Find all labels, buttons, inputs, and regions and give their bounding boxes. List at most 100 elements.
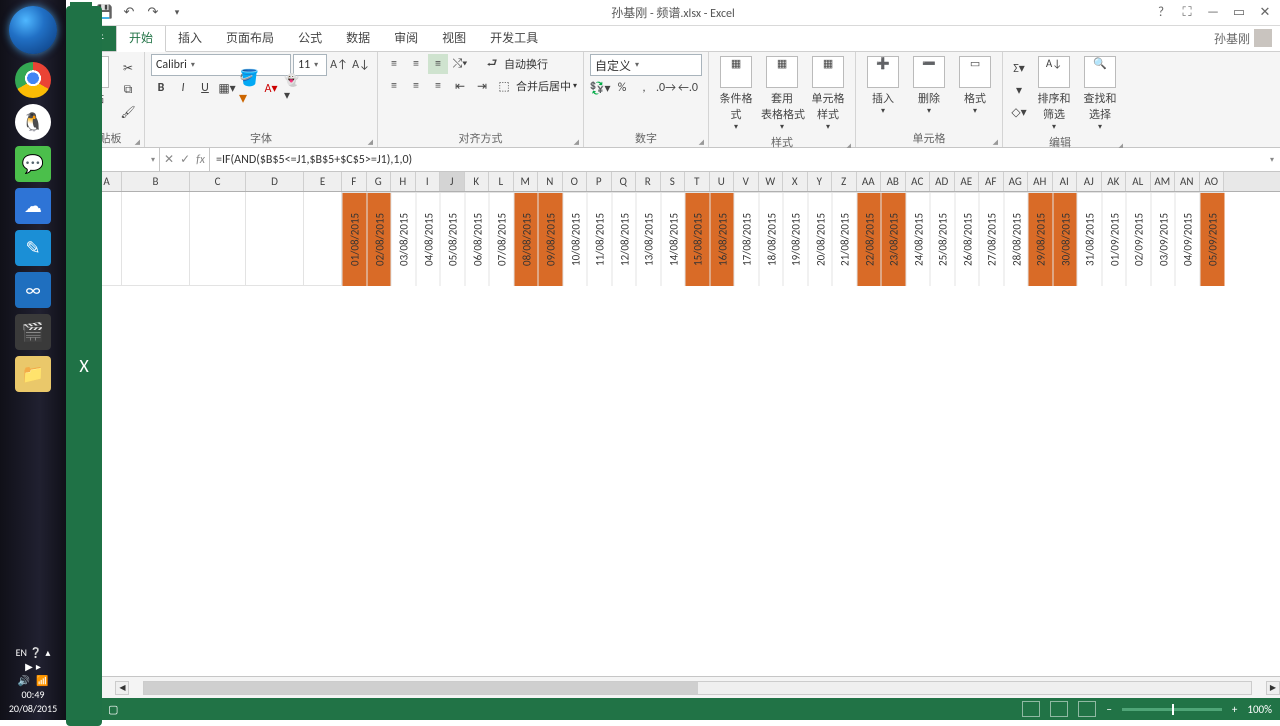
percent-icon[interactable]: %	[612, 78, 632, 98]
cell[interactable]	[190, 192, 246, 286]
cell[interactable]: 01/09/2015	[1102, 192, 1127, 286]
col-header[interactable]: R	[636, 172, 661, 191]
cancel-icon[interactable]: ✕	[164, 152, 174, 167]
align-top-icon[interactable]: ≡	[384, 54, 404, 74]
cell[interactable]: 02/08/2015	[367, 192, 392, 286]
cell[interactable]: 14/08/2015	[661, 192, 686, 286]
orient-icon[interactable]: ⤭▾	[450, 54, 470, 74]
fill-color-icon[interactable]: 🪣▾	[239, 78, 259, 98]
cell-style-button[interactable]: ▦单元格样式▾	[807, 54, 849, 132]
format-painter-icon[interactable]: 🖌	[118, 102, 138, 122]
cell[interactable]: 22/08/2015	[857, 192, 882, 286]
cell[interactable]	[122, 192, 190, 286]
view-break-icon[interactable]	[1078, 701, 1096, 717]
taskbar-tray[interactable]: EN❔▴ ▶▸ 🔊📶 00:49 20/08/2015	[0, 645, 66, 720]
cell[interactable]: 24/08/2015	[906, 192, 931, 286]
cell[interactable]: 18/08/2015	[759, 192, 784, 286]
qat-redo-icon[interactable]: ↷	[142, 2, 164, 24]
zoom-in-icon[interactable]: +	[1232, 703, 1237, 716]
worksheet-grid[interactable]: ABCDEFGHIJKLMNOPQRSTUVWXYZAAABACADAEAFAG…	[66, 172, 1280, 676]
cell[interactable]: 29/08/2015	[1028, 192, 1053, 286]
cell[interactable]: 08/08/2015	[514, 192, 539, 286]
taskbar-app2-icon[interactable]: ∞	[15, 272, 51, 308]
cell[interactable]: 05/08/2015	[440, 192, 465, 286]
zoom-level[interactable]: 100%	[1247, 703, 1272, 716]
cell[interactable]: 09/08/2015	[538, 192, 563, 286]
clear-icon[interactable]: ◇▾	[1009, 102, 1029, 122]
col-header[interactable]: K	[465, 172, 490, 191]
start-button[interactable]	[9, 6, 57, 54]
col-header[interactable]: AB	[881, 172, 906, 191]
col-header[interactable]: X	[783, 172, 808, 191]
col-header[interactable]: AD	[930, 172, 955, 191]
col-header[interactable]: AJ	[1077, 172, 1102, 191]
enter-icon[interactable]: ✓	[180, 152, 190, 167]
ribbon-tab-4[interactable]: 公式	[286, 25, 334, 51]
autosum-icon[interactable]: Σ▾	[1009, 58, 1029, 78]
cell[interactable]: 15/08/2015	[685, 192, 710, 286]
horizontal-scrollbar[interactable]: ◀▶	[115, 681, 1280, 695]
col-header[interactable]: S	[661, 172, 686, 191]
taskbar-qq-icon[interactable]: 🐧	[15, 104, 51, 140]
taskbar-media-icon[interactable]: 🎬	[15, 314, 51, 350]
format-cells-button[interactable]: ▭格式▾	[954, 54, 996, 116]
cell[interactable]: 13/08/2015	[636, 192, 661, 286]
ribbon-tab-3[interactable]: 页面布局	[214, 25, 286, 51]
font-color-icon[interactable]: A▾	[261, 78, 281, 98]
col-header[interactable]: Z	[832, 172, 857, 191]
fill-icon[interactable]: ▾	[1009, 80, 1029, 100]
col-header[interactable]: I	[416, 172, 441, 191]
cell[interactable]	[304, 192, 342, 286]
col-header[interactable]: F	[342, 172, 367, 191]
cell[interactable]: 23/08/2015	[881, 192, 906, 286]
col-header[interactable]: W	[759, 172, 784, 191]
align-left-icon[interactable]: ≡	[384, 76, 404, 96]
wrap-icon[interactable]: ⮐	[482, 54, 502, 74]
cell[interactable]: 21/08/2015	[832, 192, 857, 286]
cut-icon[interactable]: ✂	[118, 58, 138, 78]
col-header[interactable]: B	[122, 172, 190, 191]
maximize-icon[interactable]: ▭	[1228, 3, 1250, 23]
ribbon-tab-2[interactable]: 插入	[166, 25, 214, 51]
col-header[interactable]: AL	[1126, 172, 1151, 191]
cell[interactable]: 12/08/2015	[612, 192, 637, 286]
cell[interactable]: 02/09/2015	[1126, 192, 1151, 286]
cell[interactable]: 31/08/2015	[1077, 192, 1102, 286]
taskbar-baidu-icon[interactable]: ☁	[15, 188, 51, 224]
col-header[interactable]: L	[489, 172, 514, 191]
cell[interactable]: 26/08/2015	[955, 192, 980, 286]
taskbar-explorer-icon[interactable]: 📁	[15, 356, 51, 392]
delete-cells-button[interactable]: ➖删除▾	[908, 54, 950, 116]
qat-custom-icon[interactable]: ▾	[166, 2, 188, 24]
col-header[interactable]: D	[246, 172, 304, 191]
find-select-button[interactable]: 🔍查找和选择▾	[1079, 54, 1121, 132]
col-header[interactable]: G	[367, 172, 392, 191]
table-format-button[interactable]: ▦套用 表格格式▾	[761, 54, 803, 132]
col-header[interactable]: AA	[857, 172, 882, 191]
col-header[interactable]: AG	[1004, 172, 1029, 191]
ribbon-tab-7[interactable]: 视图	[430, 25, 478, 51]
currency-icon[interactable]: 💱▾	[590, 78, 610, 98]
macro-rec-icon[interactable]: ▢	[108, 703, 118, 716]
inc-indent-icon[interactable]: ⇥	[472, 76, 492, 96]
align-bot-icon[interactable]: ≡	[428, 54, 448, 74]
grow-font-icon[interactable]: A↑	[329, 55, 349, 75]
col-header[interactable]: AH	[1028, 172, 1053, 191]
cell[interactable]: 11/08/2015	[587, 192, 612, 286]
dec-dec-icon[interactable]: ←.0	[678, 78, 698, 98]
cell[interactable]	[246, 192, 304, 286]
col-header[interactable]: AE	[955, 172, 980, 191]
cell[interactable]: 01/08/2015	[342, 192, 367, 286]
col-header[interactable]: N	[538, 172, 563, 191]
cell[interactable]: 07/08/2015	[489, 192, 514, 286]
col-header[interactable]: AN	[1175, 172, 1200, 191]
ribbon-tab-1[interactable]: 开始	[116, 24, 166, 52]
border-icon[interactable]: ▦▾	[217, 78, 237, 98]
number-format-combo[interactable]: 自定义	[590, 54, 702, 76]
cell[interactable]: 03/09/2015	[1151, 192, 1176, 286]
col-header[interactable]: Y	[808, 172, 833, 191]
copy-icon[interactable]: ⧉	[118, 80, 138, 100]
col-header[interactable]: Q	[612, 172, 637, 191]
font-name-combo[interactable]: Calibri	[151, 54, 291, 76]
cell[interactable]: 27/08/2015	[979, 192, 1004, 286]
